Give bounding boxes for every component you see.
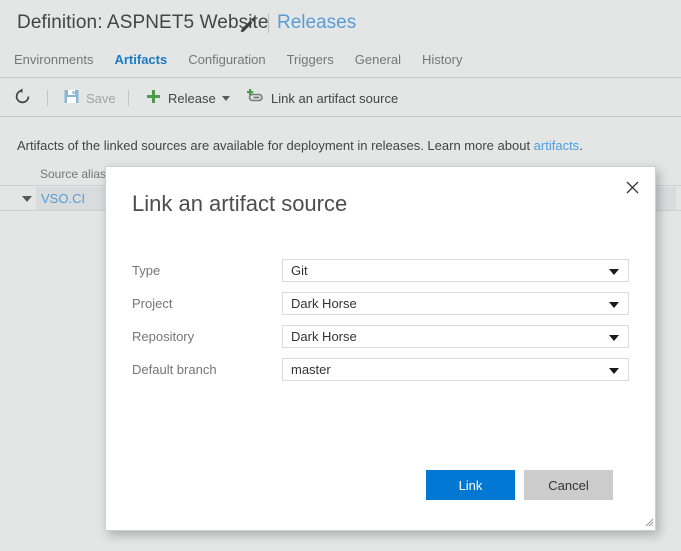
- save-button[interactable]: Save: [64, 79, 116, 117]
- tab-general[interactable]: General: [355, 52, 401, 67]
- artifacts-info-text: Artifacts of the linked sources are avai…: [17, 138, 583, 153]
- info-text-after: .: [579, 138, 583, 153]
- row-expander-icon[interactable]: [22, 196, 32, 202]
- toolbar-separator-1: [47, 90, 48, 106]
- tab-artifacts[interactable]: Artifacts: [114, 52, 167, 67]
- release-label: Release: [168, 90, 216, 106]
- pencil-icon[interactable]: [239, 16, 257, 34]
- label-type: Type: [132, 263, 161, 278]
- link-artifact-source-label: Link an artifact source: [271, 90, 399, 106]
- chevron-down-icon: [609, 302, 619, 308]
- link-artifact-source-dialog: Link an artifact source Type Git Project…: [105, 166, 656, 531]
- artifacts-help-link[interactable]: artifacts: [534, 138, 580, 153]
- artifact-source-form: Type Git Project Dark Horse Repository D…: [106, 259, 657, 391]
- form-row-type: Type Git: [106, 259, 657, 292]
- tab-bar: Environments Artifacts Configuration Tri…: [14, 52, 483, 67]
- release-definition-page: Definition: ASPNET5 Website Releases Env…: [0, 0, 681, 551]
- column-header-source-alias: Source alias: [40, 167, 107, 181]
- tab-configuration[interactable]: Configuration: [188, 52, 265, 67]
- dialog-title: Link an artifact source: [132, 191, 348, 216]
- type-dropdown-value: Git: [291, 263, 308, 278]
- chevron-down-icon: [609, 269, 619, 275]
- toolbar: Save Release Link an artifact source: [0, 79, 681, 117]
- link-button[interactable]: Link: [426, 470, 515, 500]
- page-title: Definition: ASPNET5 Website: [17, 12, 269, 33]
- info-text-before: Artifacts of the linked sources are avai…: [17, 138, 534, 153]
- default-branch-dropdown-value: master: [291, 362, 331, 377]
- chevron-down-icon: [221, 95, 230, 101]
- tab-environments[interactable]: Environments: [14, 52, 93, 67]
- source-alias-value: VSO.CI: [41, 191, 86, 206]
- project-dropdown[interactable]: Dark Horse: [282, 292, 629, 315]
- refresh-icon: [14, 88, 31, 108]
- tab-history[interactable]: History: [422, 52, 462, 67]
- link-artifact-source-button[interactable]: Link an artifact source: [247, 79, 398, 117]
- form-row-default-branch: Default branch master: [106, 358, 657, 391]
- type-dropdown[interactable]: Git: [282, 259, 629, 282]
- label-project: Project: [132, 296, 173, 311]
- releases-link[interactable]: Releases: [277, 12, 356, 34]
- plus-icon: [146, 89, 161, 107]
- page-title-bar: Definition: ASPNET5 Website Releases Env…: [0, 0, 681, 78]
- form-row-repository: Repository Dark Horse: [106, 325, 657, 358]
- label-repository: Repository: [132, 329, 195, 344]
- form-row-project: Project Dark Horse: [106, 292, 657, 325]
- dialog-footer: Link Cancel: [106, 460, 657, 530]
- repository-dropdown[interactable]: Dark Horse: [282, 325, 629, 348]
- save-label: Save: [86, 90, 116, 106]
- cancel-button[interactable]: Cancel: [524, 470, 613, 500]
- title-separator: [268, 14, 269, 33]
- tab-triggers[interactable]: Triggers: [287, 52, 334, 67]
- default-branch-dropdown[interactable]: master: [282, 358, 629, 381]
- label-default-branch: Default branch: [132, 362, 217, 377]
- save-floppy-icon: [64, 89, 79, 107]
- link-add-icon: [247, 89, 264, 107]
- release-button[interactable]: Release: [146, 79, 230, 117]
- toolbar-separator-2: [128, 90, 129, 106]
- chevron-down-icon: [609, 368, 619, 374]
- chevron-down-icon: [609, 335, 619, 341]
- refresh-button[interactable]: [14, 79, 31, 117]
- close-icon[interactable]: [621, 176, 643, 198]
- project-dropdown-value: Dark Horse: [291, 296, 357, 311]
- repository-dropdown-value: Dark Horse: [291, 329, 357, 344]
- resize-grip-icon[interactable]: [642, 515, 654, 527]
